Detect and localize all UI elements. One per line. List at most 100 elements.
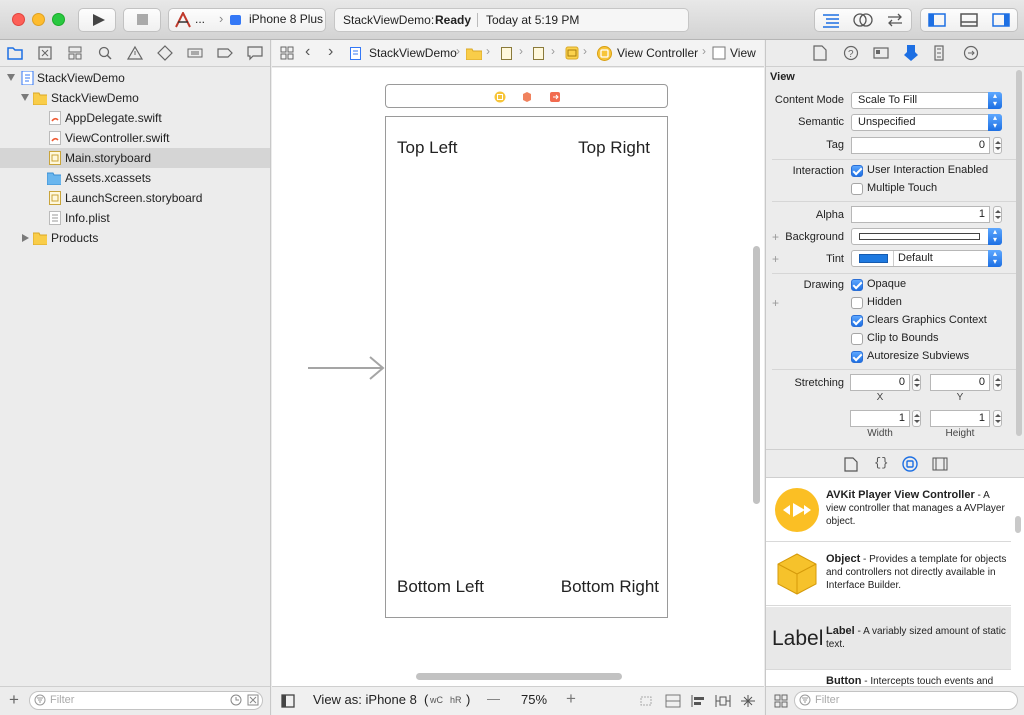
connections-inspector-icon[interactable]	[963, 45, 979, 61]
run-button[interactable]	[78, 8, 116, 32]
update-frames-icon[interactable]	[638, 694, 654, 708]
code-snippet-icon[interactable]: {}	[874, 456, 888, 470]
tree-row-file[interactable]: AppDelegate.swift	[0, 108, 270, 128]
zoom-out-button[interactable]: —	[487, 691, 500, 706]
back-icon[interactable]: ‹	[305, 43, 310, 61]
content-mode-popup[interactable]: Scale To Fill ▴ ▾	[851, 92, 1002, 109]
inspector-scrollbar[interactable]	[1016, 70, 1022, 436]
align-icon[interactable]	[690, 694, 706, 708]
add-file-icon[interactable]: +	[9, 690, 19, 710]
vertical-scrollbar[interactable]	[753, 246, 760, 504]
entry-point-arrow-icon[interactable]	[308, 353, 386, 383]
tint-color-well[interactable]: Default ▴ ▾	[851, 250, 1002, 267]
tree-row-project[interactable]: StackViewDemo	[0, 68, 270, 88]
label-bottom-left[interactable]: Bottom Left	[397, 577, 484, 597]
utilities-toggle-icon[interactable]	[991, 12, 1011, 28]
root-view[interactable]: Top Left Top Right Bottom Left Bottom Ri…	[385, 116, 668, 618]
library-filter-field[interactable]: Filter	[794, 691, 1018, 710]
alpha-field[interactable]: 1	[851, 206, 990, 223]
opaque-checkbox[interactable]	[851, 279, 863, 291]
navigator-toggle-icon[interactable]	[927, 12, 947, 28]
horizontal-scrollbar[interactable]	[416, 673, 622, 680]
zoom-in-button[interactable]: +	[566, 689, 576, 709]
add-variation-icon[interactable]: +	[772, 230, 779, 244]
test-tab-icon[interactable]	[157, 45, 173, 61]
tree-row-file[interactable]: Assets.xcassets	[0, 168, 270, 188]
identity-inspector-icon[interactable]	[873, 45, 889, 61]
size-inspector-icon[interactable]	[933, 45, 945, 61]
library-item[interactable]: AVKit Player View Controller - A view co…	[766, 479, 1011, 542]
view-as-label[interactable]: View as: iPhone 8	[313, 692, 417, 707]
exit-icon[interactable]	[549, 91, 561, 103]
jump-project[interactable]: StackViewDemo	[369, 46, 457, 60]
report-tab-icon[interactable]	[247, 45, 263, 61]
label-bottom-right[interactable]: Bottom Right	[561, 577, 659, 597]
library-item[interactable]: Object - Provides a template for objects…	[766, 543, 1011, 606]
debug-tab-icon[interactable]	[187, 45, 203, 61]
disclosure-open-icon[interactable]	[7, 74, 15, 81]
quick-help-icon[interactable]: ?	[843, 45, 859, 61]
disclosure-closed-icon[interactable]	[22, 234, 29, 242]
tree-row-file[interactable]: LaunchScreen.storyboard	[0, 188, 270, 208]
stretch-width-stepper[interactable]	[912, 410, 921, 427]
alpha-stepper[interactable]	[993, 206, 1002, 223]
find-tab-icon[interactable]	[97, 45, 113, 61]
background-color-well[interactable]: ▴ ▾	[851, 228, 1002, 245]
hidden-checkbox[interactable]	[851, 297, 863, 309]
stretch-x-field[interactable]: 0	[850, 374, 910, 391]
first-responder-icon[interactable]	[521, 91, 533, 103]
label-top-right[interactable]: Top Right	[578, 138, 650, 158]
recent-files-icon[interactable]	[230, 694, 242, 706]
breakpoint-tab-icon[interactable]	[217, 45, 233, 61]
symbol-tab-icon[interactable]	[67, 45, 83, 61]
jump-view[interactable]: View	[730, 46, 756, 60]
version-editor-icon[interactable]	[885, 12, 905, 28]
tree-row-file[interactable]: Info.plist	[0, 208, 270, 228]
storyboard-file-icon[interactable]	[501, 47, 513, 60]
jump-view-controller[interactable]: View Controller	[617, 46, 698, 60]
editor-mode-segmented[interactable]	[814, 8, 912, 32]
resolve-auto-layout-icon[interactable]	[740, 694, 756, 708]
related-items-icon[interactable]	[280, 46, 294, 60]
autoresize-checkbox[interactable]	[851, 351, 863, 363]
forward-icon[interactable]: ›	[328, 43, 333, 61]
file-template-icon[interactable]	[844, 457, 858, 472]
stretch-y-field[interactable]: 0	[930, 374, 990, 391]
storyboard-canvas[interactable]: Top Left Top Right Bottom Left Bottom Ri…	[272, 68, 764, 686]
folder-tab-icon[interactable]	[7, 45, 23, 61]
file-inspector-icon[interactable]	[813, 45, 827, 61]
stretch-height-field[interactable]: 1	[930, 410, 990, 427]
tree-row-file[interactable]: ViewController.swift	[0, 128, 270, 148]
panel-toggle-segmented[interactable]	[920, 8, 1018, 32]
stop-button[interactable]	[123, 8, 161, 32]
stretch-height-stepper[interactable]	[993, 410, 1002, 427]
navigator-filter-field[interactable]: Filter	[29, 691, 263, 710]
tag-stepper[interactable]	[993, 137, 1002, 154]
stretch-y-stepper[interactable]	[993, 374, 1002, 391]
stretch-width-field[interactable]: 1	[850, 410, 910, 427]
semantic-popup[interactable]: Unspecified ▴ ▾	[851, 114, 1002, 131]
embed-in-stack-icon[interactable]	[665, 694, 681, 708]
source-control-tab-icon[interactable]	[37, 45, 53, 61]
zoom-window-button[interactable]	[52, 13, 65, 26]
label-top-left[interactable]: Top Left	[397, 138, 458, 158]
media-library-icon[interactable]	[932, 457, 948, 471]
library-item[interactable]: Button - Intercepts touch events and	[766, 671, 1011, 687]
scheme-selector[interactable]: ... › iPhone 8 Plus	[168, 8, 326, 32]
tree-row-group[interactable]: StackViewDemo	[0, 88, 270, 108]
user-interaction-checkbox[interactable]	[851, 165, 863, 177]
library-item-highlighted[interactable]: Label Label - A variably sized amount of…	[766, 607, 1011, 670]
minimize-window-button[interactable]	[32, 13, 45, 26]
standard-editor-icon[interactable]	[821, 12, 841, 28]
tree-row-file-selected[interactable]: Main.storyboard	[0, 148, 270, 168]
add-variation-icon[interactable]: +	[772, 252, 779, 266]
clip-bounds-checkbox[interactable]	[851, 333, 863, 345]
disclosure-open-icon[interactable]	[21, 94, 29, 101]
modified-files-icon[interactable]	[247, 694, 259, 706]
library-scrollbar[interactable]	[1015, 516, 1021, 533]
scene-icon[interactable]	[565, 46, 579, 60]
grid-view-icon[interactable]	[774, 694, 788, 708]
tree-row-group[interactable]: Products	[0, 228, 270, 248]
storyboard-base-icon[interactable]	[533, 47, 545, 60]
assistant-editor-icon[interactable]	[853, 12, 873, 28]
